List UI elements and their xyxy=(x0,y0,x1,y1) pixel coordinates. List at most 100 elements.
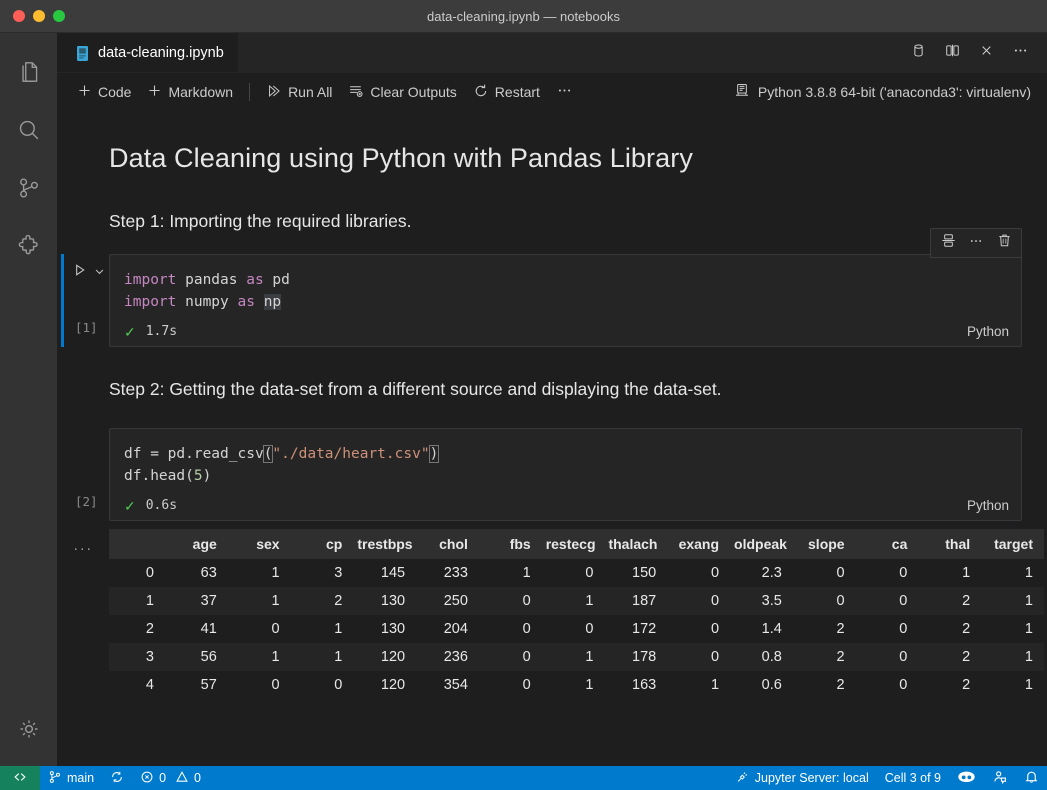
sidebar-item-extensions[interactable] xyxy=(0,217,57,275)
status-copilot[interactable] xyxy=(949,766,984,790)
table-row: 063131452331015002.30011 xyxy=(109,559,1044,587)
status-bar-right: Jupyter Server: local Cell 3 of 9 xyxy=(727,766,1047,790)
table-header-target: target xyxy=(981,529,1044,559)
table-cell: 1 xyxy=(981,671,1044,699)
table-header-trestbps: trestbps xyxy=(353,529,416,559)
cell-elapsed-time: 1.7s xyxy=(146,324,177,339)
table-cell: 2 xyxy=(793,615,856,643)
check-icon: ✓ xyxy=(124,499,136,513)
table-cell: 3.5 xyxy=(730,587,793,615)
window-controls[interactable] xyxy=(0,10,65,22)
sync-icon xyxy=(110,770,124,787)
run-all-icon xyxy=(266,83,282,102)
table-cell: 0 xyxy=(856,587,919,615)
table-cell-index: 2 xyxy=(109,615,165,643)
table-cell: 0 xyxy=(228,615,291,643)
delete-cell-button[interactable] xyxy=(991,231,1017,255)
table-cell: 2 xyxy=(918,671,981,699)
status-notifications[interactable] xyxy=(1016,766,1047,790)
table-cell: 2 xyxy=(793,643,856,671)
table-cell: 1 xyxy=(981,559,1044,587)
table-cell: 187 xyxy=(604,587,667,615)
split-editor-button[interactable] xyxy=(937,38,967,68)
cell-status-2: ✓ 0.6s Python xyxy=(110,495,1021,520)
remote-window-icon xyxy=(12,770,28,787)
status-cell-position[interactable]: Cell 3 of 9 xyxy=(877,766,949,790)
status-sync[interactable] xyxy=(102,766,132,790)
kernel-label: Python 3.8.8 64-bit ('anaconda3': virtua… xyxy=(758,84,1031,100)
table-cell: 0 xyxy=(291,671,354,699)
split-cell-button[interactable] xyxy=(935,231,961,255)
notebook-icon xyxy=(75,45,90,62)
status-jupyter-server[interactable]: Jupyter Server: local xyxy=(727,766,877,790)
table-cell: 1 xyxy=(981,615,1044,643)
table-cell: 1 xyxy=(918,559,981,587)
step1-heading: Step 1: Importing the required libraries… xyxy=(57,174,1047,232)
table-cell: 204 xyxy=(416,615,479,643)
table-cell: 120 xyxy=(353,643,416,671)
close-editor-button[interactable] xyxy=(971,38,1001,68)
ellipsis-icon xyxy=(556,82,573,102)
trash-icon xyxy=(997,233,1012,253)
remote-window-button[interactable] xyxy=(0,766,40,790)
cell-run-controls[interactable] xyxy=(73,263,105,282)
table-cell: 1 xyxy=(291,615,354,643)
table-cell: 2 xyxy=(793,671,856,699)
kernel-selector[interactable]: Python 3.8.8 64-bit ('anaconda3': virtua… xyxy=(734,82,1047,102)
table-cell: 2 xyxy=(291,587,354,615)
table-cell: 236 xyxy=(416,643,479,671)
minimize-window-button[interactable] xyxy=(33,10,45,22)
output-more-actions-button[interactable]: ··· xyxy=(57,529,109,556)
cell-language-label[interactable]: Python xyxy=(967,498,1009,513)
cell-position-label: Cell 3 of 9 xyxy=(885,771,941,785)
table-header-row: agesexcptrestbpscholfbsrestecgthalachexa… xyxy=(109,529,1044,559)
table-header-exang: exang xyxy=(667,529,730,559)
table-header-age: age xyxy=(165,529,228,559)
run-all-button[interactable]: Run All xyxy=(258,80,340,105)
table-cell: 1 xyxy=(228,587,291,615)
add-code-cell-label: Code xyxy=(98,84,131,100)
ellipsis-icon xyxy=(1012,42,1029,64)
status-live-share[interactable] xyxy=(984,766,1016,790)
title-bar: data-cleaning.ipynb — notebooks xyxy=(0,0,1047,33)
table-cell: 1 xyxy=(981,643,1044,671)
status-problems[interactable]: 0 0 xyxy=(132,766,209,790)
table-cell: 1 xyxy=(542,671,605,699)
editor-more-actions-button[interactable] xyxy=(1005,38,1035,68)
cell-more-actions-button[interactable] xyxy=(963,231,989,255)
files-icon xyxy=(16,59,42,85)
add-markdown-cell-button[interactable]: Markdown xyxy=(139,80,241,104)
extensions-icon xyxy=(16,233,42,259)
cell-language-label[interactable]: Python xyxy=(967,324,1009,339)
chevron-down-icon[interactable] xyxy=(94,264,105,282)
add-code-cell-button[interactable]: Code xyxy=(69,80,139,104)
table-cell: 0 xyxy=(667,615,730,643)
dataframe-header: agesexcptrestbpscholfbsrestecgthalachexa… xyxy=(109,529,1044,559)
table-cell: 130 xyxy=(353,587,416,615)
sidebar-item-explorer[interactable] xyxy=(0,43,57,101)
cell-editor-1[interactable]: import pandas as pd import numpy as np ✓… xyxy=(109,254,1022,347)
code-content-2[interactable]: df = pd.read_csv("./data/heart.csv") df.… xyxy=(110,429,1021,495)
sidebar-item-source-control[interactable] xyxy=(0,159,57,217)
cell-editor-2[interactable]: df = pd.read_csv("./data/heart.csv") df.… xyxy=(109,428,1022,521)
run-cell-icon[interactable] xyxy=(73,263,87,282)
table-cell: 56 xyxy=(165,643,228,671)
maximize-window-button[interactable] xyxy=(53,10,65,22)
cell-elapsed-time: 0.6s xyxy=(146,498,177,513)
table-cell: 163 xyxy=(604,671,667,699)
sidebar-item-settings[interactable] xyxy=(0,700,57,758)
tab-data-cleaning-ipynb[interactable]: data-cleaning.ipynb xyxy=(57,33,238,72)
close-icon xyxy=(978,42,995,64)
restart-kernel-button[interactable]: Restart xyxy=(465,80,548,105)
notebook-more-actions-button[interactable] xyxy=(548,79,581,105)
status-bar: main 0 0 xyxy=(0,766,1047,790)
table-cell: 0 xyxy=(856,615,919,643)
table-cell: 0 xyxy=(667,643,730,671)
variables-button[interactable] xyxy=(903,38,933,68)
cell-hover-toolbar xyxy=(930,228,1022,258)
clear-outputs-button[interactable]: Clear Outputs xyxy=(340,80,464,105)
code-content-1[interactable]: import pandas as pd import numpy as np xyxy=(110,255,1021,321)
status-branch[interactable]: main xyxy=(40,766,102,790)
close-window-button[interactable] xyxy=(13,10,25,22)
sidebar-item-search[interactable] xyxy=(0,101,57,159)
